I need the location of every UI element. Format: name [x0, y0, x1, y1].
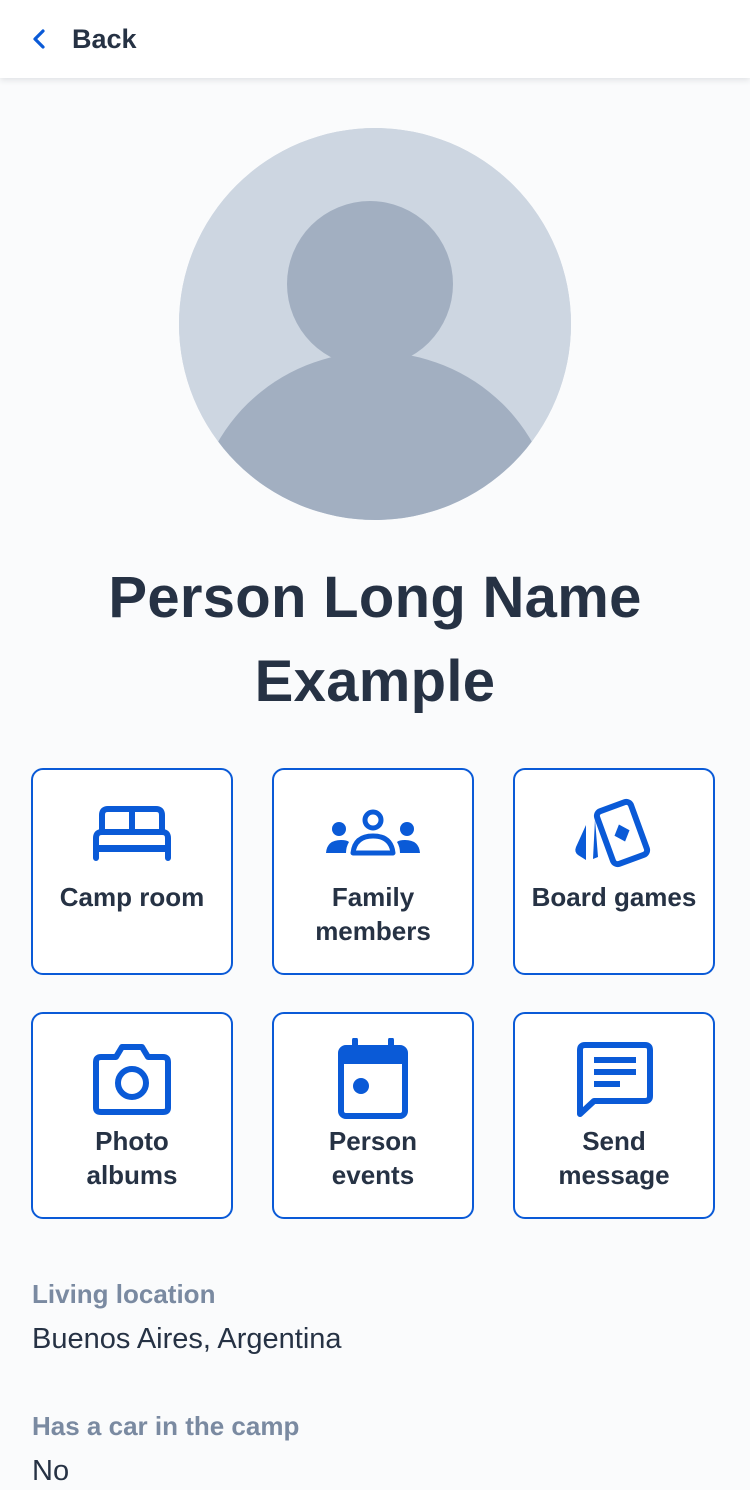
living-location-field: Living location Buenos Aires, Argentina — [32, 1278, 722, 1358]
back-label: Back — [72, 23, 137, 54]
calendar-icon — [338, 1038, 408, 1119]
has-car-label: Has a car in the camp — [32, 1411, 300, 1441]
person-events-button[interactable]: Person events — [272, 1012, 474, 1219]
camp-room-button[interactable]: Camp room — [31, 768, 233, 975]
group-icon — [326, 809, 420, 856]
top-app-bar: Back — [0, 0, 750, 78]
chevron-left-icon — [33, 29, 45, 49]
person-name: Person Long Name Example — [108, 565, 642, 714]
message-icon — [577, 1042, 653, 1117]
send-message-button[interactable]: Send message — [513, 1012, 715, 1219]
living-location-label: Living location — [32, 1279, 216, 1309]
has-car-field: Has a car in the camp No — [32, 1410, 722, 1490]
back-button[interactable]: Back — [28, 24, 137, 55]
bed-icon — [93, 806, 171, 861]
living-location-value: Buenos Aires, Argentina — [32, 1323, 342, 1355]
family-members-label: Family members — [315, 882, 431, 946]
photo-albums-button[interactable]: Photo albums — [31, 1012, 233, 1219]
send-message-label: Send message — [558, 1126, 670, 1190]
person-events-label: Person events — [328, 1126, 418, 1190]
playing-cards-icon — [575, 798, 651, 868]
has-car-value: No — [32, 1455, 70, 1487]
photo-albums-label: Photo albums — [86, 1126, 178, 1190]
camera-icon — [93, 1044, 171, 1115]
avatar-placeholder-icon — [179, 128, 571, 520]
family-members-button[interactable]: Family members — [272, 768, 474, 975]
board-games-label: Board games — [531, 882, 697, 912]
avatar — [179, 128, 571, 520]
board-games-button[interactable]: Board games — [513, 768, 715, 975]
camp-room-label: Camp room — [59, 882, 205, 912]
